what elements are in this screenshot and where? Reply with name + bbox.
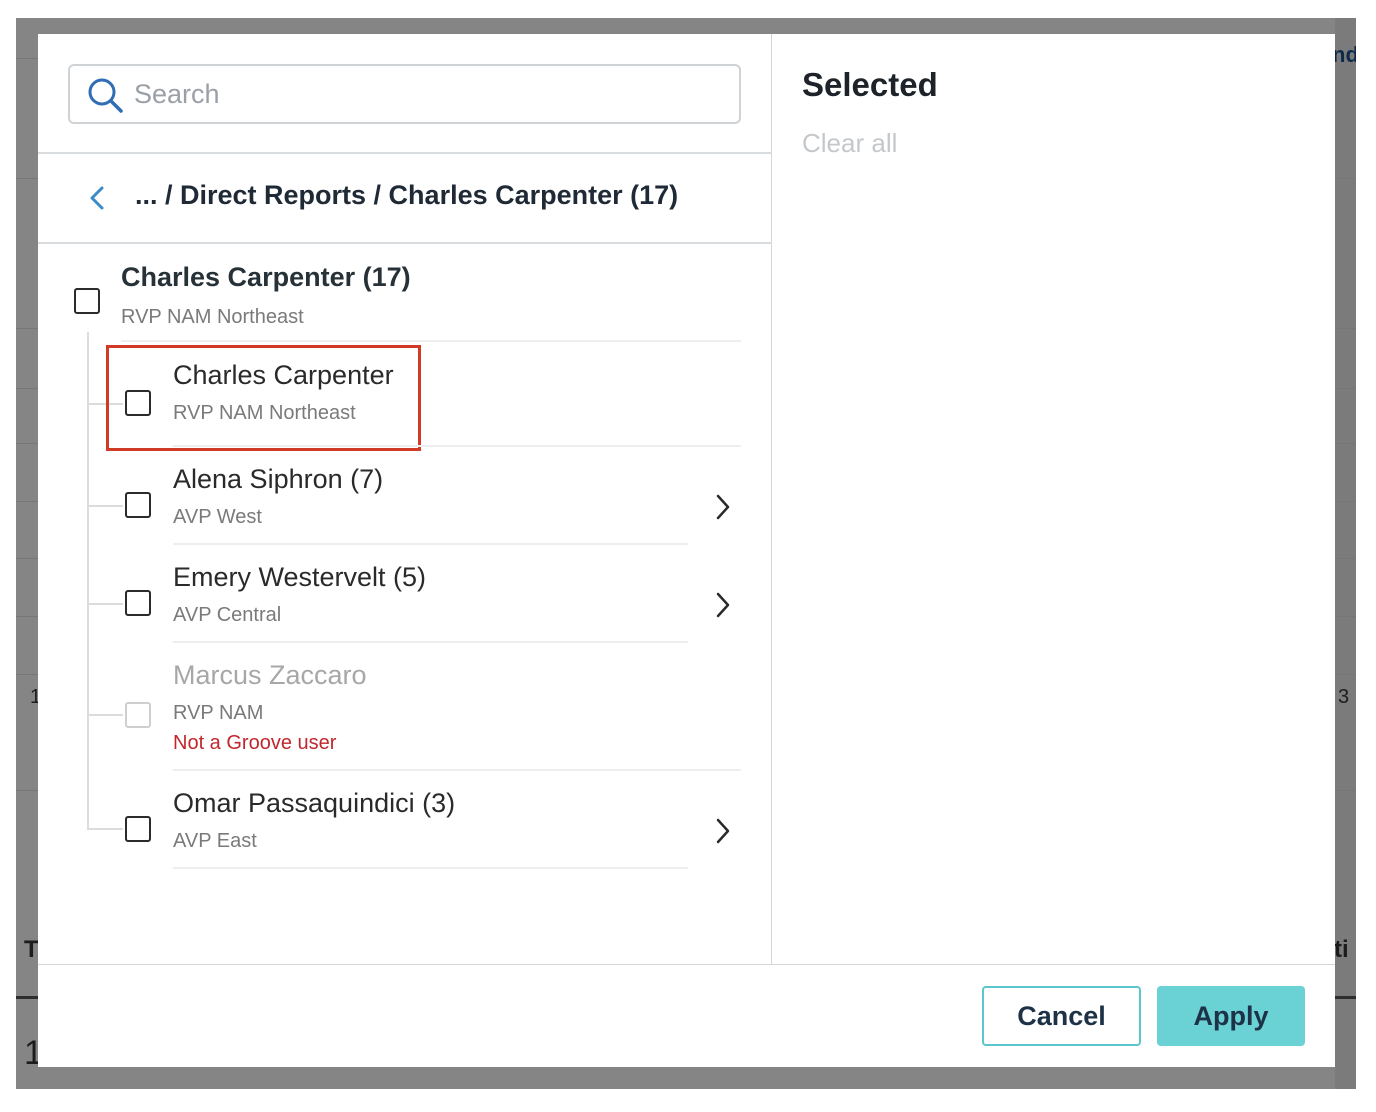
search-field[interactable] [68, 64, 741, 124]
background-text: 3 [1338, 686, 1350, 708]
root-checkbox[interactable] [74, 288, 100, 314]
item-checkbox[interactable] [125, 492, 151, 518]
background-text: nd [1332, 42, 1356, 67]
tree-item[interactable]: Omar Passaquindici (3) AVP East [38, 772, 772, 870]
chevron-left-icon[interactable] [86, 182, 110, 214]
search-icon [88, 78, 123, 113]
highlight-annotation [106, 345, 421, 451]
row-separator [173, 543, 688, 545]
breadcrumb: ... / Direct Reports / Charles Carpenter… [38, 154, 772, 244]
not-groove-user-warning: Not a Groove user [173, 732, 337, 754]
item-name: Alena Siphron (7) [173, 464, 384, 494]
row-separator [173, 867, 688, 869]
root-title: RVP NAM Northeast [121, 306, 304, 328]
chevron-right-icon[interactable] [713, 590, 733, 620]
tree-item-disabled: Marcus Zaccaro RVP NAM Not a Groove user [38, 644, 772, 772]
row-separator [121, 340, 741, 342]
people-picker-modal: ... / Direct Reports / Charles Carpenter… [38, 34, 1335, 1067]
item-name: Omar Passaquindici (3) [173, 788, 456, 818]
background-text: ti [1334, 936, 1349, 963]
tree-item[interactable]: Emery Westervelt (5) AVP Central [38, 546, 772, 644]
tree-root-item[interactable]: Charles Carpenter (17) RVP NAM Northeast [68, 262, 741, 342]
clear-all-link[interactable]: Clear all [802, 128, 897, 159]
chevron-right-icon[interactable] [713, 492, 733, 522]
item-name: Emery Westervelt (5) [173, 562, 427, 592]
row-separator [173, 641, 688, 643]
tree-item[interactable]: Alena Siphron (7) AVP West [38, 448, 772, 546]
breadcrumb-path: ... / Direct Reports / Charles Carpenter… [135, 180, 679, 210]
item-checkbox[interactable] [125, 816, 151, 842]
row-separator [173, 445, 741, 447]
selected-panel: Selected Clear all [773, 34, 1335, 964]
row-separator [173, 769, 741, 771]
cancel-button[interactable]: Cancel [982, 986, 1141, 1046]
background-text: T [24, 936, 39, 963]
item-name: Marcus Zaccaro [173, 660, 367, 690]
item-title: AVP West [173, 506, 262, 528]
item-checkbox[interactable] [125, 590, 151, 616]
people-browser-panel: ... / Direct Reports / Charles Carpenter… [38, 34, 772, 964]
org-tree: Charles Carpenter (17) RVP NAM Northeast… [38, 244, 772, 944]
chevron-right-icon[interactable] [713, 816, 733, 846]
selected-heading: Selected [802, 66, 938, 103]
item-title: AVP East [173, 830, 257, 852]
search-input[interactable] [134, 72, 724, 116]
item-checkbox [125, 702, 151, 728]
apply-button[interactable]: Apply [1157, 986, 1305, 1046]
item-title: RVP NAM [173, 702, 264, 724]
root-name: Charles Carpenter (17) [121, 262, 411, 292]
item-title: AVP Central [173, 604, 282, 626]
modal-footer: Cancel Apply [38, 964, 1335, 1067]
